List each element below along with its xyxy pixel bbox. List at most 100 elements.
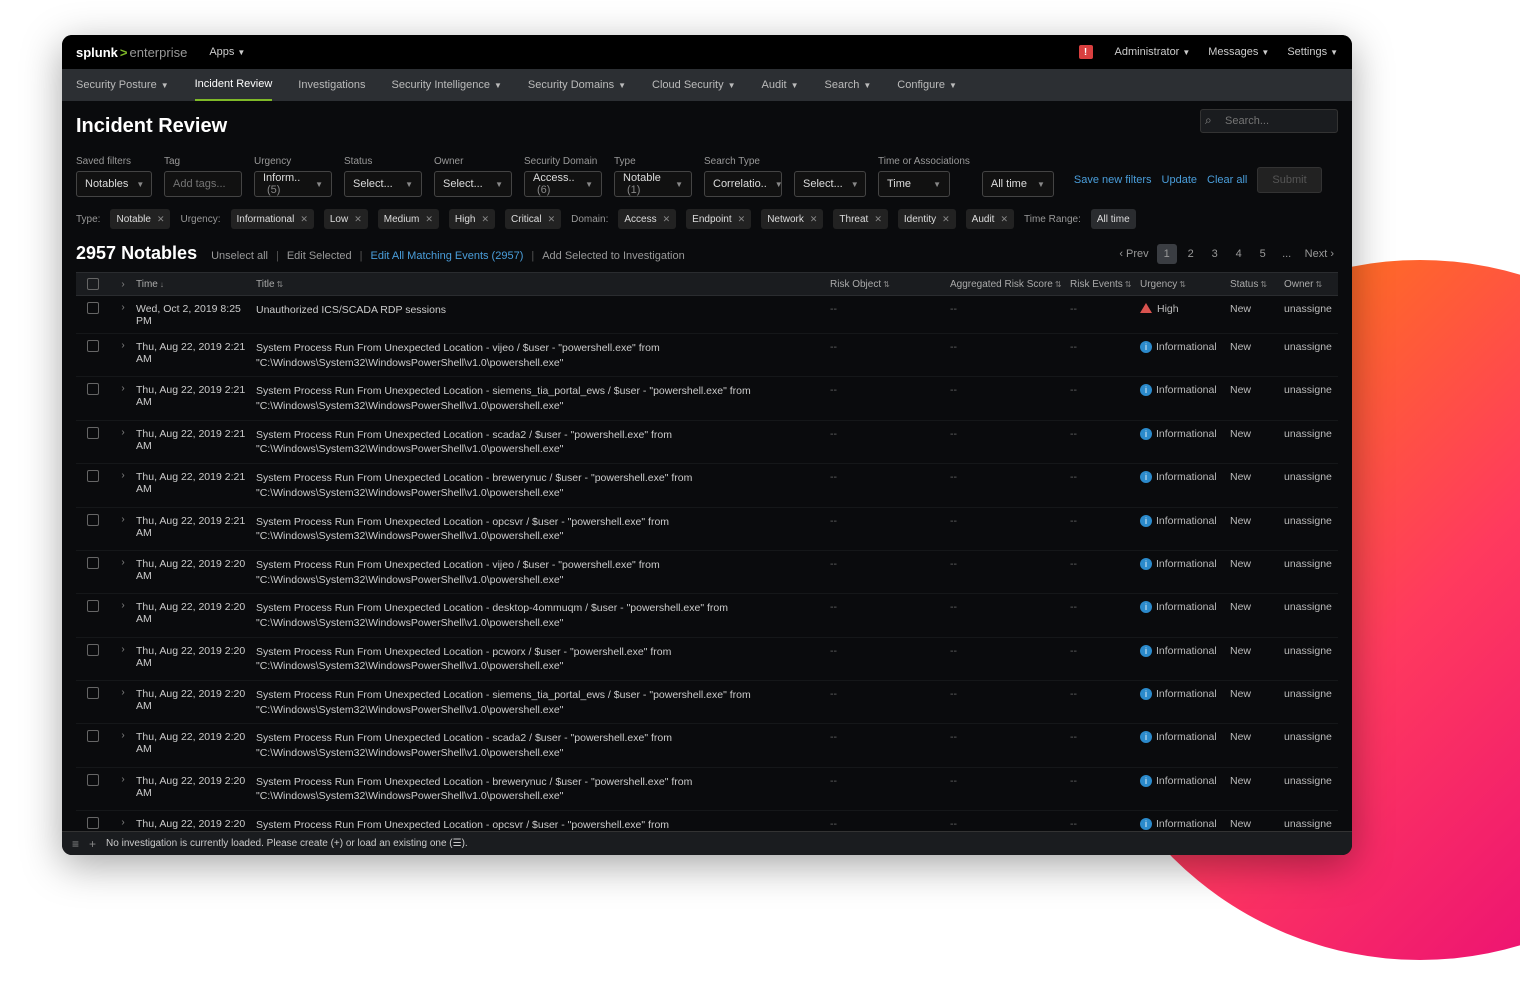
chip-urg-high[interactable]: High✕ xyxy=(449,209,495,229)
clear-filters-link[interactable]: Clear all xyxy=(1207,174,1247,186)
tag-input[interactable] xyxy=(164,171,242,197)
chip-dom-endpoint[interactable]: Endpoint✕ xyxy=(686,209,751,229)
row-checkbox[interactable] xyxy=(87,817,99,829)
nav-cloud-security[interactable]: Cloud Security▼ xyxy=(652,69,735,101)
chip-dom-audit[interactable]: Audit✕ xyxy=(966,209,1014,229)
col-own-header[interactable]: Owner⇅ xyxy=(1284,279,1338,290)
update-filters-link[interactable]: Update xyxy=(1162,174,1197,186)
row-checkbox[interactable] xyxy=(87,644,99,656)
edit-selected-link[interactable]: Edit Selected xyxy=(287,250,352,262)
expand-row-icon[interactable]: › xyxy=(121,383,124,394)
row-checkbox[interactable] xyxy=(87,302,99,314)
pager-dots[interactable]: ... xyxy=(1277,244,1297,264)
col-evt-header[interactable]: Risk Events⇅ xyxy=(1070,279,1140,290)
domain-filter-dropdown[interactable]: Access.. (6)▼ xyxy=(524,171,602,197)
pager-page-3[interactable]: 3 xyxy=(1205,244,1225,264)
nav-incident-review[interactable]: Incident Review xyxy=(195,69,273,101)
urgency-info-icon: i xyxy=(1140,731,1152,743)
expand-row-icon[interactable]: › xyxy=(121,470,124,481)
pager-page-2[interactable]: 2 xyxy=(1181,244,1201,264)
select-all-checkbox[interactable] xyxy=(87,278,99,290)
status-filter-dropdown[interactable]: Select...▼ xyxy=(344,171,422,197)
expand-row-icon[interactable]: › xyxy=(121,644,124,655)
settings-menu[interactable]: Settings▼ xyxy=(1287,46,1338,58)
pager-page-1[interactable]: 1 xyxy=(1157,244,1177,264)
nav-security-domains[interactable]: Security Domains▼ xyxy=(528,69,626,101)
nav-configure[interactable]: Configure▼ xyxy=(897,69,957,101)
search-input[interactable] xyxy=(1200,109,1338,133)
row-checkbox[interactable] xyxy=(87,774,99,786)
expand-row-icon[interactable]: › xyxy=(121,687,124,698)
owner-filter-dropdown[interactable]: Select...▼ xyxy=(434,171,512,197)
chip-dom-threat[interactable]: Threat✕ xyxy=(833,209,887,229)
pager-prev[interactable]: ‹ Prev xyxy=(1115,248,1152,260)
expand-row-icon[interactable]: › xyxy=(121,817,124,828)
nav-security-intelligence[interactable]: Security Intelligence▼ xyxy=(392,69,502,101)
nav-audit[interactable]: Audit▼ xyxy=(762,69,799,101)
chip-dom-access[interactable]: Access✕ xyxy=(618,209,676,229)
type-filter-dropdown[interactable]: Notable (1)▼ xyxy=(614,171,692,197)
footer-menu-icon[interactable]: ≡ xyxy=(72,837,79,851)
col-title-header[interactable]: Title⇅ xyxy=(256,279,830,290)
col-time-header[interactable]: Time↓ xyxy=(136,279,256,290)
search-type2-filter-dropdown[interactable]: Select...▼ xyxy=(794,171,866,197)
chip-timerange[interactable]: All time xyxy=(1091,209,1136,229)
nav-investigations[interactable]: Investigations xyxy=(298,69,365,101)
warning-badge[interactable]: ! xyxy=(1079,45,1093,59)
chip-dom-network[interactable]: Network✕ xyxy=(761,209,823,229)
add-investigation-link[interactable]: Add Selected to Investigation xyxy=(542,250,684,262)
pager-page-4[interactable]: 4 xyxy=(1229,244,1249,264)
row-checkbox[interactable] xyxy=(87,687,99,699)
nav-security-posture[interactable]: Security Posture▼ xyxy=(76,69,169,101)
col-stat-header[interactable]: Status⇅ xyxy=(1230,279,1284,290)
expand-row-icon[interactable]: › xyxy=(121,600,124,611)
row-checkbox[interactable] xyxy=(87,340,99,352)
footer-add-icon[interactable]: + xyxy=(89,837,96,851)
cell-evt: -- xyxy=(1070,774,1140,787)
row-checkbox[interactable] xyxy=(87,557,99,569)
expand-row-icon[interactable]: › xyxy=(121,557,124,568)
saved-filters-dropdown[interactable]: Notables▼ xyxy=(76,171,152,197)
edit-all-link[interactable]: Edit All Matching Events (2957) xyxy=(371,250,524,262)
nav-search[interactable]: Search▼ xyxy=(825,69,872,101)
expand-row-icon[interactable]: › xyxy=(121,730,124,741)
chip-urg-medium[interactable]: Medium✕ xyxy=(378,209,439,229)
pager-next[interactable]: Next › xyxy=(1301,248,1338,260)
expand-row-icon[interactable]: › xyxy=(121,514,124,525)
search-type-filter-dropdown[interactable]: Correlatio..▼ xyxy=(704,171,782,197)
assoc-filter-dropdown[interactable]: Time▼ xyxy=(878,171,950,197)
save-filters-link[interactable]: Save new filters xyxy=(1074,174,1152,186)
expand-row-icon[interactable]: › xyxy=(121,340,124,351)
chip-dom-identity[interactable]: Identity✕ xyxy=(898,209,956,229)
alltime-filter-dropdown[interactable]: All time▼ xyxy=(982,171,1054,197)
unselect-all-link[interactable]: Unselect all xyxy=(211,250,268,262)
submit-button[interactable]: Submit xyxy=(1257,167,1321,193)
col-agg-header[interactable]: Aggregated Risk Score⇅ xyxy=(950,279,1070,290)
expand-row-icon[interactable]: › xyxy=(121,302,124,313)
urgency-filter-dropdown[interactable]: Inform.. (5)▼ xyxy=(254,171,332,197)
expand-all-icon[interactable]: › xyxy=(121,279,124,290)
chip-type-notable[interactable]: Notable✕ xyxy=(110,209,170,229)
chip-urg-informational[interactable]: Informational✕ xyxy=(231,209,314,229)
pager-page-5[interactable]: 5 xyxy=(1253,244,1273,264)
chip-urg-low[interactable]: Low✕ xyxy=(324,209,368,229)
col-risk-header[interactable]: Risk Object⇅ xyxy=(830,279,950,290)
bulk-actions: Unselect all| Edit Selected| Edit All Ma… xyxy=(211,250,685,262)
col-urg-header[interactable]: Urgency⇅ xyxy=(1140,279,1230,290)
apps-menu[interactable]: Apps▼ xyxy=(209,46,245,58)
row-checkbox[interactable] xyxy=(87,514,99,526)
row-checkbox[interactable] xyxy=(87,600,99,612)
row-checkbox[interactable] xyxy=(87,470,99,482)
chip-urg-critical[interactable]: Critical✕ xyxy=(505,209,561,229)
expand-row-icon[interactable]: › xyxy=(121,774,124,785)
cell-evt: -- xyxy=(1070,514,1140,527)
admin-menu[interactable]: Administrator▼ xyxy=(1115,46,1191,58)
urgency-info-icon: i xyxy=(1140,558,1152,570)
messages-menu[interactable]: Messages▼ xyxy=(1208,46,1269,58)
table-row: ›Thu, Aug 22, 2019 2:20 AMSystem Process… xyxy=(76,638,1338,681)
row-checkbox[interactable] xyxy=(87,383,99,395)
row-checkbox[interactable] xyxy=(87,427,99,439)
row-checkbox[interactable] xyxy=(87,730,99,742)
cell-agg: -- xyxy=(950,774,1070,787)
expand-row-icon[interactable]: › xyxy=(121,427,124,438)
